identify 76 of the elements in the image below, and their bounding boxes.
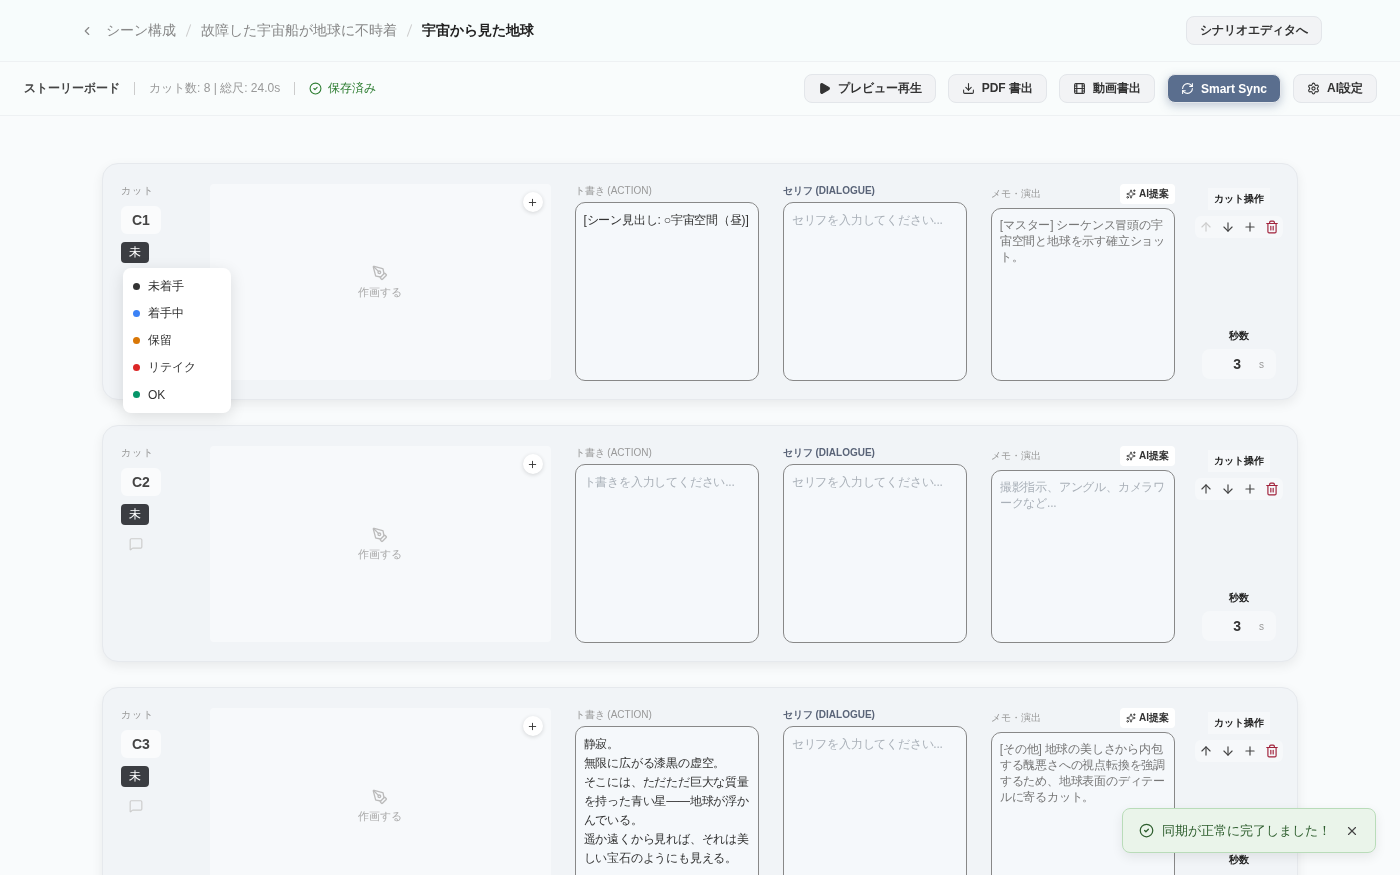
action-field[interactable]: [シーン見出し: ○宇宙空間（昼)] [574, 202, 759, 381]
breadcrumb-item[interactable]: 故障した宇宙船が地球に不時着 [201, 21, 397, 40]
sparkle-icon [1126, 713, 1136, 723]
pen-icon [372, 526, 389, 543]
breadcrumb-item[interactable]: シーン構成 [106, 21, 176, 40]
seconds-field[interactable]: 3 s [1202, 349, 1276, 379]
sparkle-icon [1126, 451, 1136, 461]
delete-button[interactable] [1263, 218, 1281, 236]
dialogue-label: セリフ (DIALOGUE) [782, 446, 875, 460]
cut-label: カット [121, 446, 154, 460]
storyboard-title: ストーリーボード [24, 80, 120, 97]
cut-label: カット [121, 708, 154, 722]
cut-ops-label: カット操作 [1208, 188, 1270, 210]
check-icon [1139, 823, 1154, 838]
add-button[interactable] [522, 454, 543, 474]
cut-label: カット [121, 184, 154, 198]
save-status: 保存済み [328, 80, 377, 97]
ai-suggest-button[interactable]: AI提案 [1120, 708, 1175, 728]
ai-suggest-button[interactable]: AI提案 [1120, 446, 1175, 466]
memo-label: メモ・演出 [990, 711, 1041, 725]
draw-label: 作画する [358, 808, 403, 824]
plus-icon [1243, 744, 1257, 758]
pen-icon [372, 788, 389, 805]
pen-icon [372, 264, 389, 281]
cut-number: C2 [121, 468, 161, 496]
toolbar-button[interactable]: Smart Sync [1166, 74, 1281, 103]
play-icon [817, 82, 831, 95]
trash-icon [1265, 220, 1279, 234]
draw-label: 作画する [358, 284, 403, 300]
action-label: ト書き (ACTION) [574, 184, 652, 198]
cut-number: C3 [121, 730, 161, 758]
sparkle-icon [1126, 189, 1136, 199]
action-label: ト書き (ACTION) [574, 708, 652, 722]
plus-icon [527, 196, 539, 208]
cut-number: C1 [121, 206, 161, 234]
cut-stats: カット数: 8 | 総尺: 24.0s [149, 80, 281, 97]
status-badge[interactable]: 未 [121, 766, 149, 787]
seconds-label: 秒数 [1229, 329, 1249, 343]
status-badge[interactable]: 未 [121, 242, 149, 263]
add-button[interactable] [522, 192, 543, 212]
plus-icon [1243, 482, 1257, 496]
cut-ops-label: カット操作 [1208, 712, 1270, 734]
delete-button[interactable] [1263, 480, 1281, 498]
toolbar-button[interactable]: PDF 書出 [947, 74, 1047, 103]
action-field[interactable]: 静寂。 無限に広がる漆黒の虚空。 そこには、ただただ巨大な質量を持った青い星——地球が浮かんでいる。 遥か遠くから見れば、それは美しい宝石のようにも見える。 [574, 726, 759, 875]
dialogue-label: セリフ (DIALOGUE) [782, 184, 875, 198]
plus-icon [527, 458, 539, 470]
breadcrumb-item: 宇宙から見た地球 [422, 21, 534, 40]
dialogue-label: セリフ (DIALOGUE) [782, 708, 875, 722]
ai-suggest-button[interactable]: AI提案 [1120, 184, 1175, 204]
memo-field[interactable]: [マスター] シーケンス冒頭の宇宙空間と地球を示す確立ショット。 [990, 208, 1175, 381]
seconds-label: 秒数 [1229, 591, 1249, 605]
film-icon [1072, 82, 1086, 95]
status-menu-item[interactable]: OK [123, 381, 231, 408]
add-button[interactable] [522, 716, 543, 736]
action-label: ト書き (ACTION) [574, 446, 652, 460]
toolbar-button[interactable]: プレビュー再生 [803, 74, 936, 103]
memo-label: メモ・演出 [990, 187, 1041, 201]
sync-icon [1180, 82, 1194, 95]
trash-icon [1265, 482, 1279, 496]
seconds-field[interactable]: 3 s [1202, 611, 1276, 641]
scenario-editor-button[interactable]: シナリオエディタへ [1186, 16, 1322, 45]
draw-label: 作画する [358, 546, 403, 562]
memo-label: メモ・演出 [990, 449, 1041, 463]
check-icon [309, 82, 323, 95]
settings-icon [1307, 82, 1320, 95]
trash-icon [1265, 744, 1279, 758]
download-icon [961, 82, 975, 95]
status-badge[interactable]: 未 [121, 504, 149, 525]
seconds-label: 秒数 [1229, 853, 1249, 867]
cut-ops-label: カット操作 [1208, 450, 1270, 472]
plus-icon [1243, 220, 1257, 234]
delete-button[interactable] [1263, 742, 1281, 760]
toolbar-button[interactable]: 動画書出 [1058, 74, 1155, 103]
toolbar-button[interactable]: AI設定 [1293, 74, 1377, 103]
plus-icon [527, 720, 539, 732]
